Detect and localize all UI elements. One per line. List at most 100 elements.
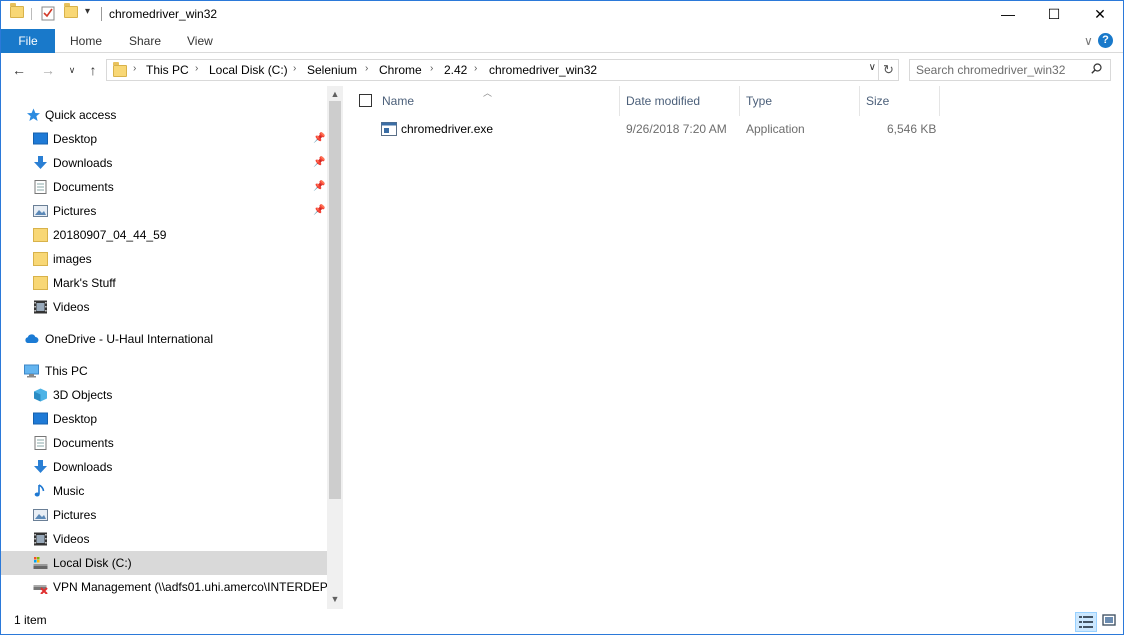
drive-icon <box>33 557 48 569</box>
column-header-type[interactable]: Type <box>740 86 860 116</box>
folder-icon <box>33 252 48 266</box>
tab-share[interactable]: Share <box>119 29 171 53</box>
nav-item-label: 20180907_04_44_59 <box>53 228 167 242</box>
minimize-button[interactable]: — <box>985 1 1031 28</box>
nav-pc-3d-objects[interactable]: 3D Objects <box>1 383 327 407</box>
scroll-up-icon[interactable]: ▲ <box>327 89 343 99</box>
scroll-down-icon[interactable]: ▼ <box>327 594 343 604</box>
address-bar[interactable]: › This PC › Local Disk (C:) › Selenium ›… <box>106 59 879 81</box>
pin-icon[interactable]: 📌 <box>313 151 325 175</box>
title-divider <box>101 7 102 21</box>
new-folder-icon[interactable] <box>64 3 78 22</box>
navigation-pane: Quick access Desktop 📌 Downloads 📌 Docum… <box>1 86 343 609</box>
nav-item-label: Documents <box>53 180 114 194</box>
folder-icon <box>113 62 127 77</box>
nav-qa-videos[interactable]: Videos <box>1 295 327 319</box>
nav-pc-desktop[interactable]: Desktop <box>1 407 327 431</box>
nav-quick-access[interactable]: Quick access <box>1 103 327 127</box>
search-input[interactable] <box>916 63 1086 77</box>
pin-icon[interactable]: 📌 <box>313 127 325 151</box>
breadcrumb-separator[interactable]: › <box>430 63 433 74</box>
nav-pc-vpn-management[interactable]: VPN Management (\\adfs01.uhi.amerco\INTE… <box>1 575 327 599</box>
column-header-name[interactable]: Name <box>376 86 620 116</box>
nav-pc-videos[interactable]: Videos <box>1 527 327 551</box>
nav-qa-documents[interactable]: Documents 📌 <box>1 175 327 199</box>
expand-ribbon-icon[interactable]: ∨ <box>1084 29 1093 53</box>
item-count: 1 item <box>14 613 47 627</box>
breadcrumb-separator[interactable]: › <box>133 63 136 74</box>
breadcrumb-separator[interactable]: › <box>474 63 477 74</box>
customize-qa-icon[interactable]: ▾ <box>85 6 90 22</box>
scrollbar-thumb[interactable] <box>329 101 341 499</box>
nav-pc-downloads[interactable]: Downloads <box>1 455 327 479</box>
nav-qa-desktop[interactable]: Desktop 📌 <box>1 127 327 151</box>
tab-file[interactable]: File <box>1 29 55 53</box>
breadcrumb-separator[interactable]: › <box>195 63 198 74</box>
nav-pc-local-disk[interactable]: Local Disk (C:) <box>1 551 327 575</box>
file-name[interactable]: chromedriver.exe <box>401 118 493 140</box>
breadcrumb-chrome[interactable]: Chrome <box>379 63 422 77</box>
breadcrumb-separator[interactable]: › <box>293 63 296 74</box>
search-box[interactable] <box>909 59 1111 81</box>
select-all-checkbox[interactable] <box>359 94 372 107</box>
breadcrumb-this-pc[interactable]: This PC <box>146 63 189 77</box>
cube-icon <box>34 388 47 402</box>
nav-pc-documents[interactable]: Documents <box>1 431 327 455</box>
nav-this-pc[interactable]: This PC <box>1 359 327 383</box>
file-row[interactable]: chromedriver.exe 9/26/2018 7:20 AM Appli… <box>373 118 943 140</box>
column-header-size[interactable]: Size <box>860 86 940 116</box>
nav-pc-music[interactable]: Music <box>1 479 327 503</box>
breadcrumb-version[interactable]: 2.42 <box>444 63 467 77</box>
nav-qa-folder-images[interactable]: images <box>1 247 327 271</box>
nav-onedrive[interactable]: OneDrive - U-Haul International <box>1 327 327 351</box>
large-icons-view-button[interactable] <box>1099 612 1121 632</box>
forward-arrow-icon[interactable]: → <box>38 60 58 80</box>
nav-item-label: Pictures <box>53 204 97 218</box>
breadcrumb-separator[interactable]: › <box>365 63 368 74</box>
address-dropdown-icon[interactable]: ∨ <box>869 62 876 73</box>
search-icon[interactable] <box>1091 63 1102 74</box>
file-list: ︿ Name Date modified Type Size chromedri… <box>343 86 1123 609</box>
details-view-button[interactable] <box>1075 612 1097 632</box>
desktop-icon <box>33 132 48 145</box>
pin-icon[interactable]: 📌 <box>313 199 325 223</box>
large-icons-view-icon <box>1102 614 1116 626</box>
back-arrow-icon[interactable]: ← <box>9 60 29 80</box>
nav-qa-pictures[interactable]: Pictures 📌 <box>1 199 327 223</box>
cloud-icon <box>25 334 39 343</box>
refresh-icon[interactable]: ↻ <box>879 59 899 81</box>
file-size: 6,546 KB <box>887 122 937 136</box>
folder-icon <box>33 228 48 242</box>
window-title: chromedriver_win32 <box>109 7 218 21</box>
breadcrumb-current-folder[interactable]: chromedriver_win32 <box>489 63 597 77</box>
download-arrow-icon <box>34 156 47 169</box>
close-button[interactable]: ✕ <box>1077 1 1123 28</box>
nav-pc-pictures[interactable]: Pictures <box>1 503 327 527</box>
properties-icon[interactable] <box>41 6 55 22</box>
column-header-date[interactable]: Date modified <box>620 86 740 116</box>
download-arrow-icon <box>34 460 47 473</box>
breadcrumb-selenium[interactable]: Selenium <box>307 63 357 77</box>
nav-item-label: 3D Objects <box>53 388 113 402</box>
video-icon <box>34 532 47 546</box>
pin-icon[interactable]: 📌 <box>313 175 325 199</box>
tab-view[interactable]: View <box>177 29 223 53</box>
folder-icon <box>10 3 24 22</box>
nav-this-pc-label: This PC <box>45 364 88 378</box>
nav-item-label: Downloads <box>53 460 113 474</box>
pictures-icon <box>33 509 48 521</box>
recent-locations-icon[interactable]: ∨ <box>62 60 82 80</box>
breadcrumb-local-disk[interactable]: Local Disk (C:) <box>209 63 288 77</box>
nav-qa-folder-20180907[interactable]: 20180907_04_44_59 <box>1 223 327 247</box>
help-icon[interactable]: ? <box>1098 33 1113 48</box>
desktop-icon <box>33 412 48 425</box>
up-arrow-icon[interactable]: ↑ <box>83 60 103 80</box>
nav-scrollbar[interactable]: ▲ ▼ <box>327 86 343 609</box>
explorer-window: ▾ chromedriver_win32 — ☐ ✕ File Home Sha… <box>0 0 1124 635</box>
nav-qa-folder-marks-stuff[interactable]: Mark's Stuff <box>1 271 327 295</box>
nav-qa-downloads[interactable]: Downloads 📌 <box>1 151 327 175</box>
folder-icon <box>33 276 48 290</box>
nav-item-label: Desktop <box>53 132 98 146</box>
maximize-button[interactable]: ☐ <box>1031 1 1077 28</box>
tab-home[interactable]: Home <box>60 29 112 53</box>
